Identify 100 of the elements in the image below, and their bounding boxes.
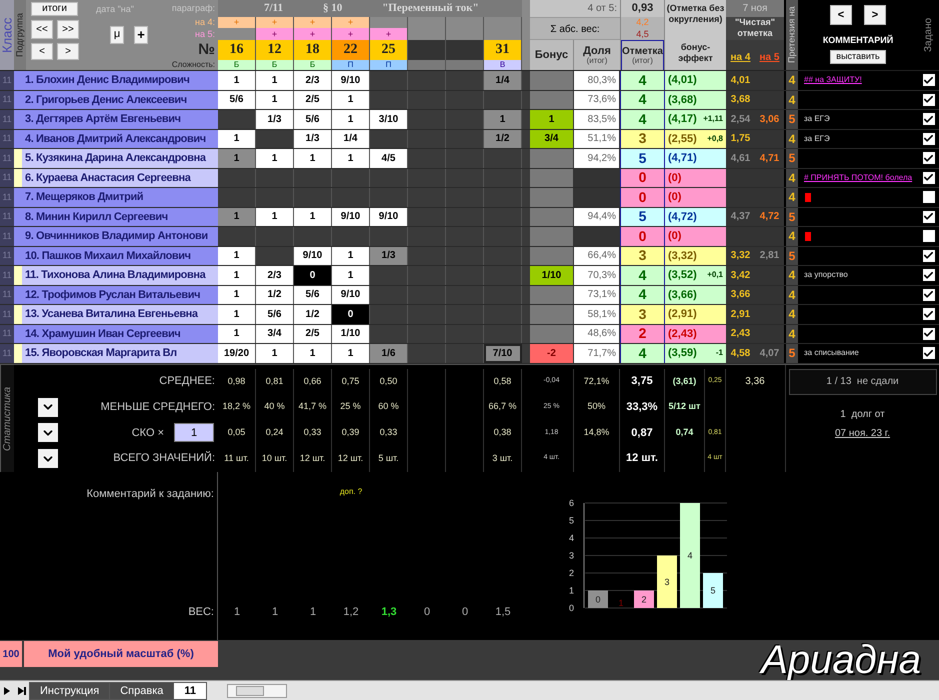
- next-comment-button[interactable]: >: [864, 5, 886, 25]
- comment-link[interactable]: ## на ЗАЩИТУ!: [804, 74, 862, 86]
- bar: [588, 590, 608, 608]
- score-cell: 9/10: [332, 71, 370, 90]
- score-cell: 5/6: [294, 110, 332, 128]
- for4-label: на 4:: [195, 17, 215, 28]
- post-button[interactable]: выставить: [830, 50, 886, 64]
- student-name: 15. Яворовская Маргарита Вл: [22, 344, 218, 362]
- for4-cell: +: [332, 17, 369, 28]
- assigned-checkbox[interactable]: [922, 152, 934, 164]
- clean-mark-header: "Чистая" отметка: [726, 17, 784, 40]
- share-cell: 83,5%: [574, 110, 620, 128]
- share-cell: 73,1%: [574, 286, 620, 304]
- mu-button[interactable]: μ: [110, 26, 124, 44]
- score-cell: 1/4: [484, 71, 522, 90]
- mark-cell: 5: [620, 149, 665, 168]
- bar-label: 4: [688, 550, 692, 560]
- score-cell: 1/2: [294, 305, 332, 324]
- sheet-tab[interactable]: 11: [173, 682, 208, 700]
- class-cell: 11: [0, 305, 14, 324]
- stat-value: 12 шт.: [300, 452, 326, 465]
- assigned-checkbox[interactable]: [922, 328, 934, 340]
- mark-cell: 4: [620, 71, 665, 90]
- check-icon: [923, 308, 934, 320]
- stat-value: 41,7 %: [298, 400, 327, 414]
- student-name: 5. Кузякина Дарина Александровна: [22, 149, 218, 168]
- clean4-header: на 4: [730, 51, 752, 65]
- stat-value: 0,33: [380, 426, 398, 440]
- next-button[interactable]: >: [57, 43, 79, 60]
- assigned-checkbox[interactable]: [922, 172, 934, 184]
- sheet-tab[interactable]: Справка: [109, 682, 174, 700]
- date-header: 7 ноя: [726, 0, 784, 17]
- bar: [703, 572, 723, 608]
- weight-for5: 4,5: [621, 28, 664, 40]
- share-cell: 51,1%: [574, 130, 620, 148]
- raw-mark: (3,52): [668, 268, 697, 283]
- comment-link[interactable]: # ПРИНЯТЬ ПОТОМ! болела: [804, 172, 912, 184]
- student-name: 8. Минин Кирилл Сергеевич: [22, 208, 218, 226]
- assigned-checkbox[interactable]: [922, 269, 934, 282]
- dropdown-button[interactable]: [38, 423, 58, 442]
- claim-mark: 5: [788, 150, 796, 168]
- assigned-checkbox[interactable]: [922, 132, 934, 145]
- class-cell: 11: [0, 188, 14, 206]
- assigned-checkbox[interactable]: [922, 94, 934, 106]
- dropdown-button[interactable]: [38, 398, 58, 417]
- assigned-checkbox[interactable]: [922, 74, 934, 86]
- mark-cell: 3: [620, 246, 665, 265]
- bonus-cell: 1/10: [530, 266, 574, 284]
- mark-cell: 0: [620, 227, 665, 246]
- assigned-checkbox[interactable]: [922, 230, 934, 242]
- claim-mark: 4: [788, 326, 796, 343]
- raw-mark: (3,66): [668, 288, 697, 302]
- raw-mark: (0): [668, 190, 682, 205]
- task-number: 25: [370, 40, 407, 60]
- assigned-checkbox[interactable]: [922, 191, 934, 204]
- last-button[interactable]: >>: [57, 20, 79, 39]
- for4-cell: +: [218, 17, 255, 28]
- weight-value: 1: [310, 604, 316, 620]
- score-cell: 1: [256, 344, 294, 362]
- tick-label: 2: [568, 568, 574, 578]
- stat-label: СКО ×: [132, 426, 164, 441]
- stat-value: 25 %: [340, 400, 361, 414]
- score-cell: 4/5: [370, 149, 408, 168]
- weight-value: 1,5: [495, 604, 511, 620]
- ratio-value: 0,93: [621, 0, 664, 17]
- first-button[interactable]: <<: [31, 20, 53, 39]
- horizontal-scrollbar[interactable]: [227, 684, 288, 698]
- sheet-tab[interactable]: Инструкция: [29, 682, 110, 700]
- claim-mark: 4: [788, 170, 796, 187]
- stat-value: 0,24: [266, 426, 284, 440]
- multiplier-field[interactable]: 1: [174, 423, 214, 442]
- add-button[interactable]: +: [134, 26, 148, 44]
- assigned-checkbox[interactable]: [922, 288, 934, 301]
- check-icon: [923, 114, 934, 125]
- clean-mark: 3,06: [760, 112, 780, 127]
- mark-cell: 0: [620, 168, 665, 187]
- comment-header: КОММЕНТАРИЙ: [822, 34, 894, 47]
- paragraph-number: § 10: [322, 1, 342, 16]
- assigned-checkbox[interactable]: [922, 347, 934, 360]
- score-cell: 1: [218, 208, 256, 226]
- score-cell: 1: [218, 149, 256, 168]
- assigned-checkbox[interactable]: [922, 250, 934, 262]
- assigned-checkbox[interactable]: [922, 210, 934, 223]
- dropdown-button[interactable]: [38, 449, 58, 468]
- student-name: 12. Трофимов Руслан Витальевич: [22, 286, 218, 304]
- mark-cell: 3: [620, 305, 665, 324]
- bar-label: 5: [710, 585, 716, 595]
- stat-value: (3,61): [672, 374, 696, 388]
- assigned-checkbox[interactable]: [922, 308, 934, 320]
- score-cell: 9/10: [370, 208, 408, 226]
- bar: [634, 590, 654, 608]
- score-cell: 1: [256, 90, 294, 109]
- stat-value: 11 шт.: [224, 452, 249, 465]
- previous-button[interactable]: <: [31, 43, 53, 60]
- score-cell: 1: [256, 149, 294, 168]
- assigned-checkbox[interactable]: [922, 113, 934, 126]
- stat-value: 10 шт.: [262, 452, 288, 465]
- debt-date-link[interactable]: 07 ноя. 23 г.: [834, 426, 890, 440]
- totals-button[interactable]: итоги: [31, 2, 78, 16]
- previous-comment-button[interactable]: <: [830, 5, 852, 25]
